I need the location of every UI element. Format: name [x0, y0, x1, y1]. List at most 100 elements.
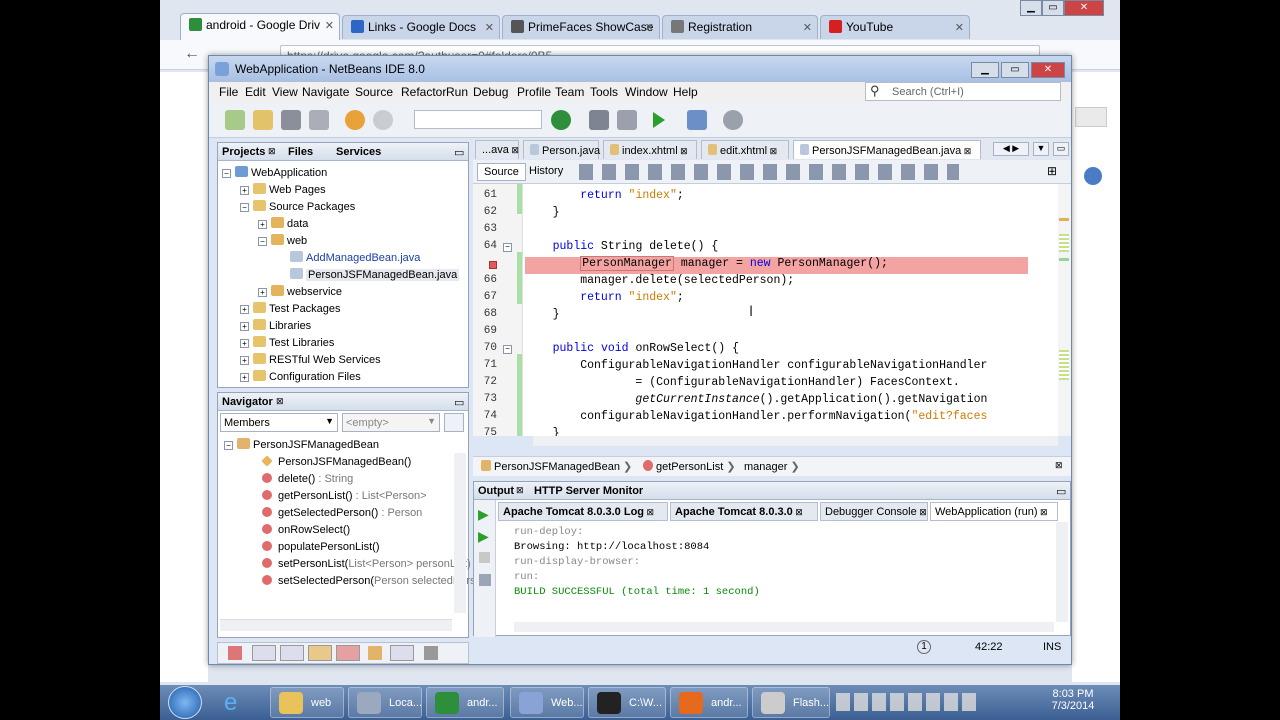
close-tab-icon[interactable]: ⊠ [917, 507, 927, 517]
output-settings-icon[interactable] [479, 574, 491, 586]
close-projects-icon[interactable]: ⊠ [268, 146, 276, 157]
menu-edit[interactable]: Edit [245, 85, 266, 99]
taskbar-item[interactable]: web [270, 687, 344, 718]
editor-tab[interactable]: index.xhtml ⊠ [603, 140, 697, 159]
clean-build-icon[interactable] [617, 110, 637, 130]
menu-profile[interactable]: Profile [517, 85, 551, 99]
split-editor-icon[interactable]: ⊞ [1047, 164, 1057, 178]
tab-http-monitor[interactable]: HTTP Server Monitor [534, 485, 643, 497]
taskbar-item[interactable]: andr... [426, 687, 504, 718]
tree-node[interactable]: − Source Packages [240, 199, 355, 215]
expand-icon[interactable]: + [258, 220, 267, 229]
menu-window[interactable]: Window [625, 85, 668, 99]
members-dropdown[interactable]: Members ▼ [220, 413, 338, 432]
close-tab-icon[interactable]: ⊠ [678, 146, 688, 156]
browser-close-button[interactable]: ✕ [1064, 0, 1104, 16]
close-tab-icon[interactable]: ⊠ [961, 146, 972, 156]
taskbar-item[interactable]: Loca... [348, 687, 422, 718]
expand-icon[interactable]: + [240, 356, 249, 365]
tree-node[interactable]: AddManagedBean.java [276, 250, 420, 266]
output-console[interactable]: run-deploy: Browsing: http://localhost:80… [514, 526, 1054, 618]
editor-error-stripe[interactable] [1058, 184, 1071, 436]
editor-tab[interactable]: edit.xhtml ⊠ [701, 140, 789, 159]
navigator-scrollbar[interactable] [454, 453, 466, 613]
menu-debug[interactable]: Debug [473, 85, 508, 99]
tab-services[interactable]: Services [336, 146, 381, 158]
output-subtab[interactable]: Apache Tomcat 8.0.3.0 Log ⊠ [498, 502, 668, 521]
expand-icon[interactable]: + [240, 373, 249, 382]
close-breadcrumb-icon[interactable]: ⊠ [1055, 460, 1063, 471]
browser-tab[interactable]: PrimeFaces ShowCase ✕ [502, 15, 660, 39]
expand-icon[interactable]: + [258, 288, 267, 297]
navigator-member[interactable]: setSelectedPerson(Person selectedPers [262, 573, 476, 590]
editor-tab[interactable]: ...ava ⊠ [475, 140, 519, 159]
output-subtab[interactable]: Debugger Console ⊠ [820, 502, 928, 521]
tree-node[interactable]: + RESTful Web Services [240, 352, 381, 368]
source-tab[interactable]: Source [477, 163, 526, 181]
taskbar-item[interactable]: andr... [670, 687, 748, 718]
clock[interactable]: 8:03 PM 7/3/2014 [1038, 688, 1108, 712]
editor-toolbar-icons[interactable] [579, 164, 959, 180]
save-all-icon[interactable] [309, 110, 329, 130]
breadcrumb-item[interactable]: getPersonList ❯ [643, 460, 736, 473]
output-subtab[interactable]: WebApplication (run) ⊠ [930, 502, 1058, 521]
close-tab-icon[interactable]: ⊠ [1038, 507, 1048, 517]
close-tab-icon[interactable]: ⊠ [509, 145, 519, 155]
menu-navigate[interactable]: Navigate [302, 85, 349, 99]
new-file-icon[interactable] [225, 110, 245, 130]
breadcrumb-item[interactable]: PersonJSFManagedBean ❯ [481, 460, 632, 473]
close-navigator-icon[interactable]: ⊠ [276, 396, 284, 407]
run-icon[interactable] [653, 112, 665, 128]
menu-file[interactable]: File [219, 85, 238, 99]
close-tab-icon[interactable]: ✕ [485, 21, 494, 34]
editor-maximize-icon[interactable]: ▭ [1053, 142, 1069, 156]
navigator-member[interactable]: getPersonList() : List<Person> [262, 488, 427, 505]
navigator-member[interactable]: delete() : String [262, 471, 353, 488]
navigator-member[interactable]: getSelectedPerson() : Person [262, 505, 422, 522]
tab-output[interactable]: Output [478, 485, 514, 497]
rerun-icon[interactable]: ▶ [478, 506, 489, 523]
menu-view[interactable]: View [272, 85, 298, 99]
menu-help[interactable]: Help [673, 85, 698, 99]
close-output-icon[interactable]: ⊠ [516, 485, 524, 496]
ie-icon[interactable]: e [224, 689, 237, 717]
stop-icon[interactable] [479, 552, 490, 563]
navigator-member[interactable]: onRowSelect() [262, 522, 350, 539]
nb-maximize-button[interactable]: ▭ [1001, 62, 1029, 78]
expand-icon[interactable]: − [240, 203, 249, 212]
tab-list-icon[interactable]: ▼ [1033, 142, 1049, 156]
nb-minimize-button[interactable]: ▁ [971, 62, 999, 78]
close-tab-icon[interactable]: ✕ [645, 21, 654, 34]
close-tab-icon[interactable]: ✕ [803, 21, 812, 34]
tree-node[interactable]: + data [258, 216, 308, 232]
tab-navigator[interactable]: Navigator [222, 396, 273, 408]
expand-icon[interactable]: − [258, 237, 267, 246]
output-subtab[interactable]: Apache Tomcat 8.0.3.0 ⊠ [670, 502, 818, 521]
expand-icon[interactable]: + [240, 322, 249, 331]
menu-refactor[interactable]: Refactor [401, 85, 446, 99]
config-dropdown[interactable] [414, 110, 542, 129]
help-icon[interactable] [1084, 167, 1102, 185]
close-tab-icon[interactable]: ✕ [955, 21, 964, 34]
start-button[interactable] [168, 686, 202, 719]
redo-icon[interactable] [373, 110, 393, 130]
close-tab-icon[interactable]: ⊠ [644, 507, 655, 517]
fold-icon[interactable]: − [503, 243, 512, 252]
debug-icon[interactable] [687, 110, 707, 130]
close-tab-icon[interactable]: ✕ [325, 19, 334, 32]
expand-icon[interactable]: + [240, 305, 249, 314]
new-project-icon[interactable] [253, 110, 273, 130]
profile-icon[interactable] [723, 110, 743, 130]
build-icon[interactable] [589, 110, 609, 130]
tree-node[interactable]: − WebApplication [222, 165, 327, 181]
browser-side-button[interactable] [1075, 107, 1107, 127]
nb-close-button[interactable]: ✕ [1031, 62, 1065, 78]
collapse-icon[interactable]: − [224, 441, 233, 450]
editor-tab[interactable]: Person.java ⊠ [523, 140, 610, 159]
browser-tab[interactable]: YouTube ✕ [820, 15, 970, 39]
navigator-member[interactable]: PersonJSFManagedBean() [261, 454, 411, 471]
open-project-icon[interactable] [281, 110, 301, 130]
output-scrollbar[interactable] [1056, 522, 1068, 622]
tree-node[interactable]: PersonJSFManagedBean.java [276, 267, 460, 283]
menu-run[interactable]: Run [446, 85, 468, 99]
